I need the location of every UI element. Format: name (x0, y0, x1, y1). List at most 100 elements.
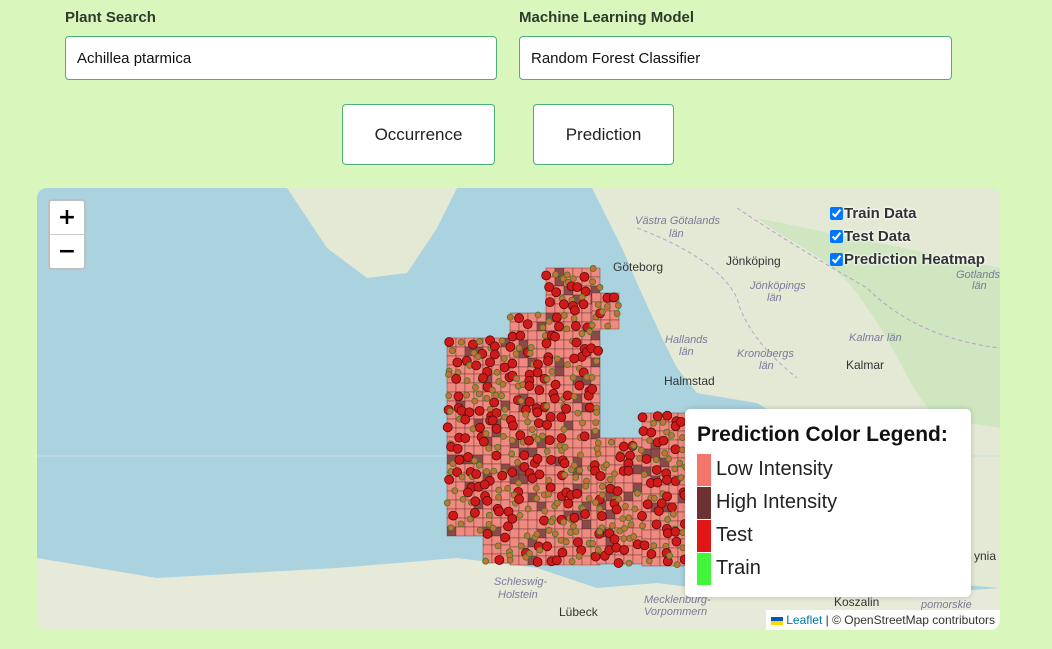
train-point (619, 515, 627, 523)
svg-text:Schleswig-: Schleswig- (494, 576, 548, 588)
test-point (662, 410, 673, 421)
heatmap-cell (623, 482, 634, 493)
heatmap-cell (609, 319, 620, 330)
layer-heatmap[interactable]: Prediction Heatmap (830, 248, 985, 271)
plant-search-input[interactable] (65, 36, 497, 80)
test-point (474, 405, 485, 416)
train-point (603, 303, 611, 310)
layer-heatmap-checkbox[interactable] (830, 253, 843, 266)
test-point (543, 356, 553, 366)
svg-text:Kalmar: Kalmar (846, 358, 884, 372)
heatmap-cell (632, 464, 643, 475)
legend-label-high: High Intensity (716, 491, 838, 513)
train-point (563, 271, 571, 279)
layer-train-checkbox[interactable] (830, 207, 843, 220)
zoom-out-button[interactable]: − (50, 235, 84, 268)
test-point (615, 452, 626, 462)
train-point (448, 347, 456, 355)
leaflet-link[interactable]: Leaflet (786, 613, 822, 627)
train-point (489, 524, 497, 532)
train-point (508, 450, 516, 458)
test-point (670, 444, 681, 455)
train-point (541, 507, 549, 515)
test-point (491, 423, 502, 434)
zoom-in-button[interactable]: + (50, 201, 84, 235)
layer-test[interactable]: Test Data (830, 225, 985, 248)
heatmap-cell (473, 517, 484, 528)
train-point (524, 505, 532, 513)
test-point (572, 488, 582, 499)
train-point (598, 483, 606, 490)
train-point (499, 380, 507, 388)
layer-test-checkbox[interactable] (830, 230, 843, 243)
map[interactable]: Västra Götalands län Göteborg Jönköping … (37, 188, 1000, 630)
test-point (522, 319, 533, 330)
train-point (485, 444, 493, 452)
train-point (599, 308, 606, 316)
train-point (482, 557, 490, 565)
layer-train[interactable]: Train Data (830, 202, 985, 225)
test-point (485, 357, 495, 368)
test-point (671, 536, 682, 547)
test-point (507, 467, 518, 478)
train-point (552, 271, 559, 278)
osm-attribution: | © OpenStreetMap contributors (825, 613, 995, 627)
train-point (482, 430, 490, 438)
train-point (506, 556, 514, 564)
test-point (541, 270, 552, 281)
test-point (454, 454, 465, 465)
heatmap-cell (581, 456, 592, 467)
heatmap-cell (581, 312, 592, 323)
heatmap-cell (509, 321, 520, 332)
test-point (444, 337, 455, 347)
train-point (493, 368, 501, 376)
heatmap-cell (482, 544, 493, 555)
svg-text:Holstein: Holstein (498, 589, 538, 601)
test-point (444, 474, 455, 485)
train-point (594, 301, 602, 308)
legend-item-high: High Intensity (697, 486, 971, 519)
test-point (507, 358, 518, 369)
test-point (578, 299, 589, 310)
prediction-legend: Prediction Color Legend: Low Intensity H… (685, 409, 971, 597)
heatmap-cell (623, 491, 634, 502)
prediction-button[interactable]: Prediction (533, 104, 674, 165)
svg-text:län: län (759, 360, 774, 372)
svg-text:Vorpommern: Vorpommern (644, 606, 707, 618)
heatmap-cell (509, 528, 520, 539)
train-point (589, 540, 597, 547)
test-point (479, 479, 490, 490)
train-point (634, 489, 641, 497)
test-point (551, 312, 562, 323)
train-point (474, 353, 482, 361)
train-point (475, 461, 483, 469)
train-point (594, 439, 602, 447)
test-point (554, 321, 564, 332)
test-point (612, 486, 623, 497)
test-point (515, 330, 526, 341)
test-point (646, 427, 657, 438)
train-point (652, 456, 660, 464)
train-point (517, 542, 525, 550)
test-point (618, 441, 629, 452)
test-point (570, 321, 581, 331)
train-point (560, 312, 568, 319)
train-point (665, 455, 673, 463)
land-norway (287, 188, 457, 278)
train-point (561, 443, 569, 451)
test-point (494, 506, 504, 517)
test-point (609, 292, 619, 303)
test-point (507, 513, 518, 524)
test-point (572, 282, 583, 293)
train-point (659, 419, 667, 426)
test-point (590, 551, 601, 562)
svg-text:Lübeck: Lübeck (559, 605, 599, 619)
test-point (462, 487, 473, 498)
train-point (640, 471, 648, 478)
occurrence-button[interactable]: Occurrence (342, 104, 495, 165)
model-input[interactable] (519, 36, 952, 80)
test-point (551, 555, 562, 566)
test-point (482, 495, 493, 506)
test-point (544, 297, 555, 308)
train-point (543, 447, 551, 455)
